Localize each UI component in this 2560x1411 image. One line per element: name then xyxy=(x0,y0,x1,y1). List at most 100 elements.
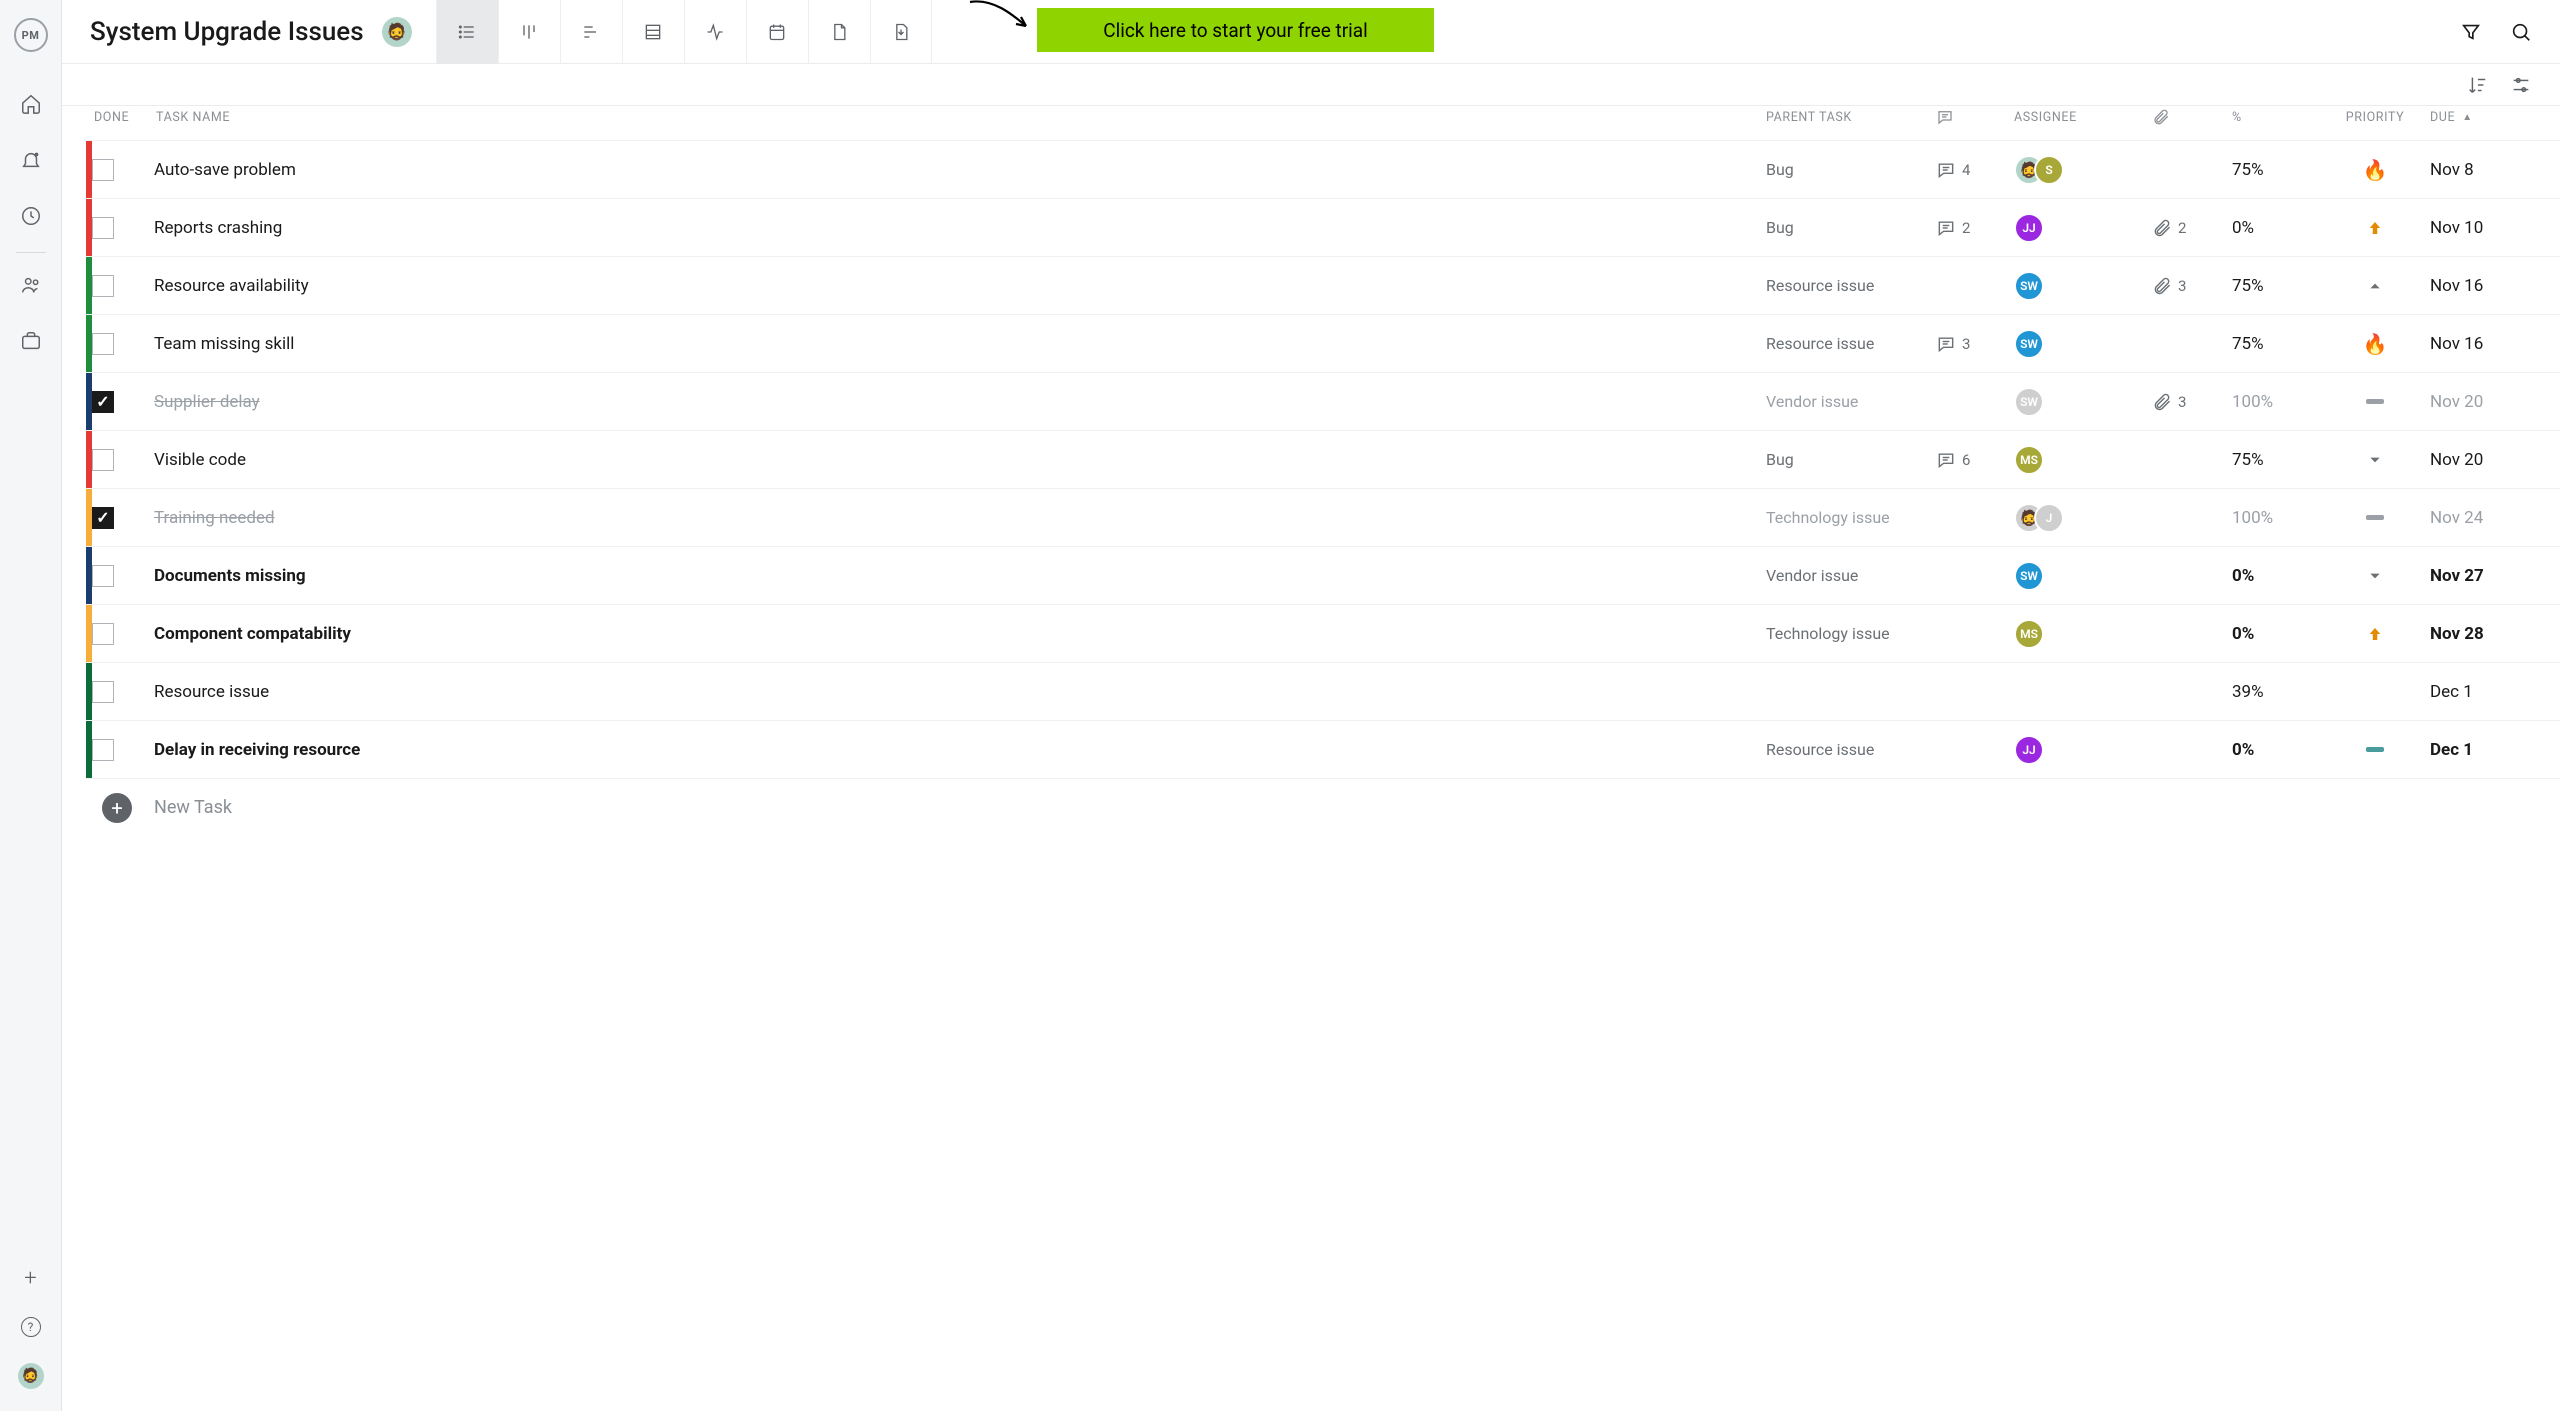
task-name[interactable]: Visible code xyxy=(154,450,246,470)
done-checkbox[interactable] xyxy=(92,681,114,703)
parent-task[interactable]: Bug xyxy=(1766,160,1936,179)
settings-sliders-icon[interactable] xyxy=(2510,74,2532,96)
home-icon[interactable] xyxy=(19,92,43,116)
assignee-avatar[interactable]: SW xyxy=(2014,329,2044,359)
done-checkbox[interactable] xyxy=(92,333,114,355)
parent-task[interactable]: Resource issue xyxy=(1766,276,1936,295)
task-row[interactable]: Auto-save problemBug4S75%Nov 8 xyxy=(86,140,2560,198)
parent-task[interactable]: Vendor issue xyxy=(1766,566,1936,585)
task-row[interactable]: Resource availabilityResource issueSW375… xyxy=(86,256,2560,314)
col-done[interactable]: DONE xyxy=(94,110,156,125)
search-icon[interactable] xyxy=(2510,21,2532,43)
done-checkbox[interactable] xyxy=(92,391,114,413)
col-attachments[interactable] xyxy=(2152,108,2232,126)
list-view-tab[interactable] xyxy=(436,0,498,64)
done-checkbox[interactable] xyxy=(92,565,114,587)
assignee-group[interactable]: MS xyxy=(2014,445,2044,475)
attachment-count[interactable]: 3 xyxy=(2152,392,2186,412)
new-task-row[interactable]: + New Task xyxy=(86,778,2560,836)
export-view-tab[interactable] xyxy=(870,0,932,64)
done-checkbox[interactable] xyxy=(92,449,114,471)
col-assignee[interactable]: ASSIGNEE xyxy=(2014,110,2152,125)
portfolio-icon[interactable] xyxy=(19,329,43,353)
assignee-group[interactable]: MS xyxy=(2014,619,2044,649)
task-name[interactable]: Documents missing xyxy=(154,566,306,586)
assignee-avatar[interactable]: SW xyxy=(2014,387,2044,417)
comments-count[interactable]: 3 xyxy=(1936,334,1970,354)
col-comments[interactable] xyxy=(1936,108,2014,126)
done-checkbox[interactable] xyxy=(92,159,114,181)
task-row[interactable]: Reports crashingBug2JJ20%Nov 10 xyxy=(86,198,2560,256)
done-checkbox[interactable] xyxy=(92,217,114,239)
user-avatar[interactable] xyxy=(18,1363,44,1389)
parent-task[interactable]: Technology issue xyxy=(1766,624,1936,643)
assignee-avatar[interactable]: SW xyxy=(2014,561,2044,591)
team-icon[interactable] xyxy=(19,273,43,297)
task-row[interactable]: Delay in receiving resource Resource issu… xyxy=(86,720,2560,778)
task-name[interactable]: Supplier delay xyxy=(154,392,260,412)
task-row[interactable]: Documents missingVendor issueSW0%Nov 27 xyxy=(86,546,2560,604)
assignee-avatar[interactable]: J xyxy=(2034,503,2064,533)
assignee-avatar[interactable]: MS xyxy=(2014,445,2044,475)
project-owner-avatar[interactable] xyxy=(382,17,412,47)
done-checkbox[interactable] xyxy=(92,739,114,761)
parent-task[interactable]: Bug xyxy=(1766,450,1936,469)
comments-count[interactable]: 4 xyxy=(1936,160,1970,180)
filter-icon[interactable] xyxy=(2460,21,2482,43)
notifications-icon[interactable] xyxy=(19,148,43,172)
assignee-avatar[interactable]: JJ xyxy=(2014,735,2044,765)
activity-view-tab[interactable] xyxy=(684,0,746,64)
help-icon[interactable]: ? xyxy=(21,1317,41,1337)
add-task-button[interactable]: + xyxy=(102,793,132,823)
task-name[interactable]: Reports crashing xyxy=(154,218,282,238)
done-checkbox[interactable] xyxy=(92,623,114,645)
assignee-group[interactable]: SW xyxy=(2014,329,2044,359)
free-trial-button[interactable]: Click here to start your free trial xyxy=(1037,8,1434,52)
task-row[interactable]: Team missing skillResource issue3SW75%No… xyxy=(86,314,2560,372)
assignee-avatar[interactable]: SW xyxy=(2014,271,2044,301)
task-name[interactable]: Auto-save problem xyxy=(154,160,296,180)
task-name[interactable]: Team missing skill xyxy=(154,334,294,354)
parent-task[interactable]: Technology issue xyxy=(1766,508,1936,527)
assignee-group[interactable]: JJ xyxy=(2014,735,2044,765)
gantt-view-tab[interactable] xyxy=(560,0,622,64)
done-checkbox[interactable] xyxy=(92,507,114,529)
assignee-avatar[interactable]: JJ xyxy=(2014,213,2044,243)
assignee-group[interactable]: SW xyxy=(2014,271,2044,301)
assignee-group[interactable]: SW xyxy=(2014,387,2044,417)
task-name[interactable]: Resource issue xyxy=(154,682,269,702)
col-percent[interactable]: % xyxy=(2232,110,2320,125)
assignee-group[interactable]: JJ xyxy=(2014,213,2044,243)
parent-task[interactable]: Bug xyxy=(1766,218,1936,237)
task-name[interactable]: Resource availability xyxy=(154,276,309,296)
comments-count[interactable]: 2 xyxy=(1936,218,1970,238)
task-row[interactable]: Training neededTechnology issueJ100%Nov … xyxy=(86,488,2560,546)
board-view-tab[interactable] xyxy=(498,0,560,64)
assignee-group[interactable]: S xyxy=(2014,155,2064,185)
add-icon[interactable]: + xyxy=(24,1266,36,1291)
task-row[interactable]: Component compatability Technology issue M… xyxy=(86,604,2560,662)
file-view-tab[interactable] xyxy=(808,0,870,64)
assignee-group[interactable]: SW xyxy=(2014,561,2044,591)
task-row[interactable]: Supplier delayVendor issueSW3100%Nov 20 xyxy=(86,372,2560,430)
task-row[interactable]: Resource issue39%Dec 1 xyxy=(86,662,2560,720)
attachment-count[interactable]: 3 xyxy=(2152,276,2186,296)
task-name[interactable]: Component compatability xyxy=(154,624,351,644)
parent-task[interactable]: Resource issue xyxy=(1766,334,1936,353)
app-logo[interactable]: PM xyxy=(14,18,48,52)
sheet-view-tab[interactable] xyxy=(622,0,684,64)
recent-icon[interactable] xyxy=(19,204,43,228)
attachment-count[interactable]: 2 xyxy=(2152,218,2186,238)
done-checkbox[interactable] xyxy=(92,275,114,297)
calendar-view-tab[interactable] xyxy=(746,0,808,64)
sort-icon[interactable] xyxy=(2466,74,2488,96)
parent-task[interactable]: Resource issue xyxy=(1766,740,1936,759)
task-name[interactable]: Training needed xyxy=(154,508,275,528)
col-name[interactable]: TASK NAME xyxy=(156,110,1766,125)
parent-task[interactable]: Vendor issue xyxy=(1766,392,1936,411)
task-name[interactable]: Delay in receiving resource xyxy=(154,740,360,760)
col-due[interactable]: DUE▲ xyxy=(2430,110,2560,125)
assignee-group[interactable]: J xyxy=(2014,503,2064,533)
comments-count[interactable]: 6 xyxy=(1936,450,1970,470)
col-priority[interactable]: PRIORITY xyxy=(2320,110,2430,125)
